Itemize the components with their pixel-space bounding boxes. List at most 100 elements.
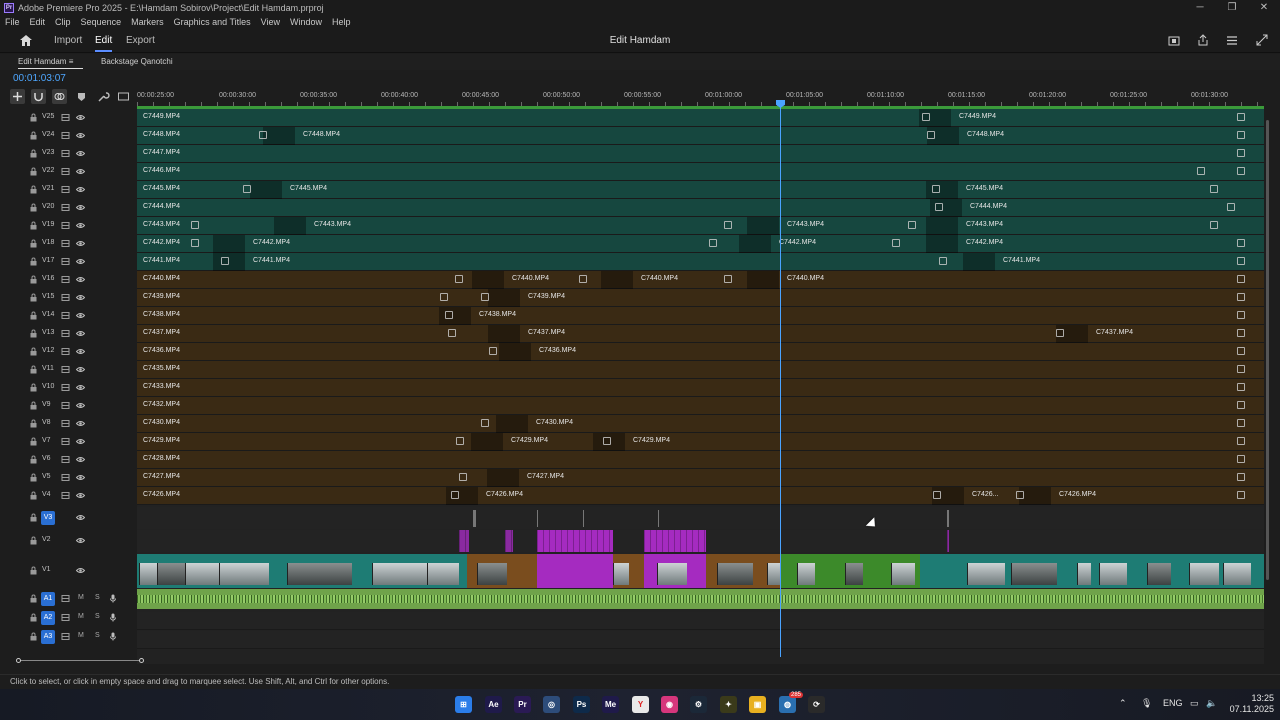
track-label[interactable]: V23 (42, 149, 54, 156)
share-icon[interactable] (1196, 34, 1210, 47)
track-label[interactable]: V25 (42, 113, 54, 120)
zoom-handle-left[interactable] (16, 658, 21, 663)
track-label[interactable]: V9 (42, 401, 51, 408)
eye-icon[interactable] (75, 566, 86, 575)
v2-clip[interactable] (947, 530, 949, 552)
lock-icon[interactable] (29, 566, 38, 575)
sync-lock-icon[interactable] (61, 594, 70, 603)
eye-icon[interactable] (75, 473, 86, 482)
lock-icon[interactable] (29, 149, 38, 158)
add-marker-icon[interactable] (74, 89, 89, 104)
sync-lock-icon[interactable] (61, 275, 70, 284)
eye-icon[interactable] (75, 536, 86, 545)
clip-name[interactable]: C7440.MP4 (143, 275, 180, 282)
photoshop-icon[interactable]: Ps (573, 696, 590, 713)
menu-edit[interactable]: Edit (30, 17, 46, 27)
mute-button[interactable]: M (78, 594, 84, 601)
yandex-browser-icon[interactable]: Y (632, 696, 649, 713)
eye-icon[interactable] (75, 365, 86, 374)
sync-lock-icon[interactable] (61, 437, 70, 446)
track-row-a3[interactable] (137, 631, 1264, 649)
sync-lock-icon[interactable] (61, 203, 70, 212)
instagram-icon[interactable]: ◉ (661, 696, 678, 713)
clip-name[interactable]: C7443.MP4 (143, 221, 180, 228)
track-label[interactable]: V15 (42, 293, 54, 300)
track-row-v18[interactable]: C7442.MP4 C7442.MP4 C7442.MP4 C7442.MP4 (137, 235, 1264, 253)
clip-name[interactable]: C7429.MP4 (511, 437, 548, 444)
lock-icon[interactable] (29, 203, 38, 212)
solo-button[interactable]: S (95, 613, 100, 620)
mute-button[interactable]: M (78, 613, 84, 620)
clip-name[interactable]: C7433.MP4 (143, 383, 180, 390)
sync-lock-icon[interactable] (61, 257, 70, 266)
clip-name[interactable]: C7448.MP4 (303, 131, 340, 138)
minimize-button[interactable]: ─ (1184, 0, 1216, 15)
sync-lock-icon[interactable] (61, 365, 70, 374)
windows-start-icon[interactable]: ⊞ (455, 696, 472, 713)
eye-icon[interactable] (75, 257, 86, 266)
track-label[interactable]: V19 (42, 221, 54, 228)
volume-icon[interactable]: 🔈 (1206, 698, 1217, 709)
browser-icon[interactable]: ◍ (779, 696, 796, 713)
eye-icon[interactable] (75, 311, 86, 320)
track-label[interactable]: V21 (42, 185, 54, 192)
media-player-icon[interactable]: ⟳ (808, 696, 825, 713)
track-label[interactable]: V24 (42, 131, 54, 138)
eye-icon[interactable] (75, 419, 86, 428)
tab-menu-icon[interactable]: ≡ (69, 57, 74, 66)
clip-name[interactable]: C7445.MP4 (290, 185, 327, 192)
menu-help[interactable]: Help (332, 17, 351, 27)
workspace-menu-icon[interactable] (1225, 34, 1239, 47)
track-row-v11[interactable]: C7435.MP4 (137, 361, 1264, 379)
menu-graphics-and-titles[interactable]: Graphics and Titles (174, 17, 251, 27)
track-row-v24[interactable]: C7448.MP4 C7448.MP4 C7448.MP4 (137, 127, 1264, 145)
lock-icon[interactable] (29, 455, 38, 464)
track-label[interactable]: V20 (42, 203, 54, 210)
microphone-icon[interactable]: 🎙 (1141, 698, 1152, 709)
wrench-icon[interactable] (95, 89, 110, 104)
track-label[interactable]: V5 (42, 473, 51, 480)
export-tab[interactable]: Export (126, 35, 155, 46)
clip-name[interactable]: C7447.MP4 (143, 149, 180, 156)
clip-name[interactable]: C7427.MP4 (143, 473, 180, 480)
lock-icon[interactable] (29, 167, 38, 176)
v2-clip[interactable] (644, 530, 706, 552)
sync-lock-icon[interactable] (61, 401, 70, 410)
clip-name[interactable]: C7438.MP4 (479, 311, 516, 318)
eye-icon[interactable] (75, 221, 86, 230)
track-label[interactable]: V8 (42, 419, 51, 426)
premiere-icon[interactable]: Pr (514, 696, 531, 713)
clip-name[interactable]: C7426.MP4 (1059, 491, 1096, 498)
track-label[interactable]: V4 (42, 491, 51, 498)
insert-sequence-icon[interactable] (10, 89, 25, 104)
lock-icon[interactable] (29, 275, 38, 284)
menu-sequence[interactable]: Sequence (81, 17, 122, 27)
clip-name[interactable]: C7438.MP4 (143, 311, 180, 318)
clip-name[interactable]: C7448.MP4 (967, 131, 1004, 138)
eye-icon[interactable] (75, 347, 86, 356)
import-tab[interactable]: Import (54, 35, 82, 46)
lock-icon[interactable] (29, 491, 38, 500)
clip-name[interactable]: C7432.MP4 (143, 401, 180, 408)
clip-name[interactable]: C7443.MP4 (787, 221, 824, 228)
lock-icon[interactable] (29, 536, 38, 545)
track-row-v9[interactable]: C7432.MP4 (137, 397, 1264, 415)
eye-icon[interactable] (75, 275, 86, 284)
track-label[interactable]: V3 (41, 511, 55, 525)
track-label[interactable]: V18 (42, 239, 54, 246)
menu-clip[interactable]: Clip (55, 17, 71, 27)
track-label[interactable]: V16 (42, 275, 54, 282)
eye-icon[interactable] (75, 131, 86, 140)
edit-tab[interactable]: Edit (95, 35, 113, 52)
after-effects-icon[interactable]: Ae (485, 696, 502, 713)
clip-name[interactable]: C7441.MP4 (253, 257, 290, 264)
sync-lock-icon[interactable] (61, 347, 70, 356)
clip-name[interactable]: C7446.MP4 (143, 167, 180, 174)
track-label[interactable]: V14 (42, 311, 54, 318)
timeline-tracks[interactable]: C7449.MP4 C7449.MP4 C7448.MP4 C7448.MP4 C744… (137, 109, 1264, 664)
clip-name[interactable]: C7448.MP4 (143, 131, 180, 138)
track-row-v22[interactable]: C7446.MP4 (137, 163, 1264, 181)
lock-icon[interactable] (29, 347, 38, 356)
v2-clip[interactable] (537, 530, 613, 552)
network-icon[interactable]: ▭ (1190, 698, 1199, 709)
